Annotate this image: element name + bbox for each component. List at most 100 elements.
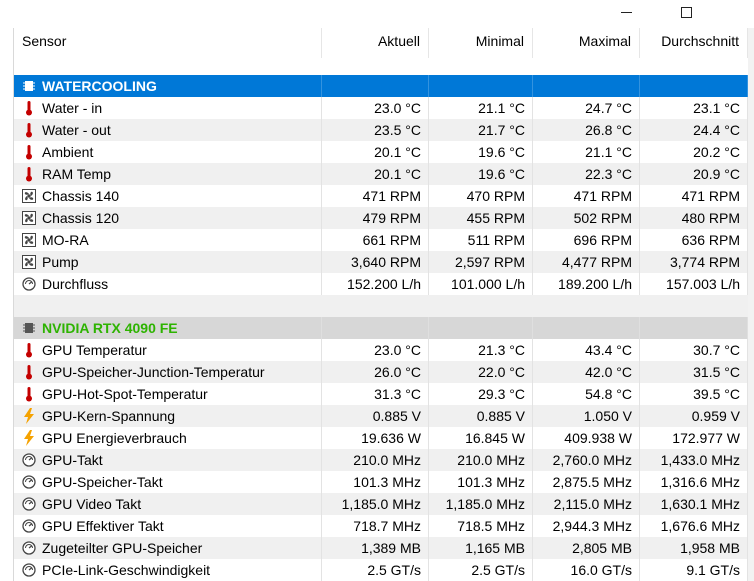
table-row[interactable]: RAM Temp 20.1 °C 19.6 °C 22.3 °C 20.9 °C [14, 163, 754, 185]
table-row[interactable]: Water - in 23.0 °C 21.1 °C 24.7 °C 23.1 °C [14, 97, 754, 119]
minimum-value: 21.1 °C [429, 97, 533, 119]
chip-icon [22, 320, 36, 336]
minimum-value: 470 RPM [429, 185, 533, 207]
vertical-scrollbar[interactable] [748, 28, 754, 581]
minimum-value: 511 RPM [429, 229, 533, 251]
table-row[interactable]: Durchfluss 152.200 L/h 101.000 L/h 189.200 … [14, 273, 754, 295]
maximum-value: 2,115.0 MHz [533, 493, 640, 515]
table-row[interactable]: GPU-Speicher-Junction-Temperatur 26.0 °C 2… [14, 361, 754, 383]
minimum-value: 455 RPM [429, 207, 533, 229]
table-header: Sensor Aktuell Minimal Maximal Durchschn… [14, 28, 754, 58]
fan-icon [22, 188, 36, 204]
sensor-name-cell: GPU-Hot-Spot-Temperatur [14, 383, 322, 405]
sensor-name-cell: GPU Energieverbrauch [14, 427, 322, 449]
minimum-value: 29.3 °C [429, 383, 533, 405]
average-value: 23.1 °C [640, 97, 748, 119]
current-value: 1,185.0 MHz [322, 493, 429, 515]
maximize-button[interactable] [666, 0, 706, 24]
group-fill-cell [429, 75, 533, 97]
table-row[interactable]: GPU-Hot-Spot-Temperatur 31.3 °C 29.3 °C 54.… [14, 383, 754, 405]
average-value: 3,774 RPM [640, 251, 748, 273]
average-value: 157.003 L/h [640, 273, 748, 295]
column-header-current[interactable]: Aktuell [322, 28, 429, 58]
minimum-value: 19.6 °C [429, 141, 533, 163]
minimize-button[interactable] [606, 0, 646, 24]
sensor-name: Water - in [42, 100, 103, 116]
thermometer-icon [22, 166, 36, 182]
current-value: 101.3 MHz [322, 471, 429, 493]
table-row[interactable]: Chassis 140 471 RPM 470 RPM 471 RPM 471 RPM [14, 185, 754, 207]
average-value: 20.2 °C [640, 141, 748, 163]
group-fill-cell [322, 317, 429, 339]
current-value: 661 RPM [322, 229, 429, 251]
average-value: 172.977 W [640, 427, 748, 449]
gauge-icon [22, 562, 36, 578]
table-row[interactable]: GPU Effektiver Takt 718.7 MHz 718.5 MHz 2,9… [14, 515, 754, 537]
table-row[interactable]: Ambient 20.1 °C 19.6 °C 21.1 °C 20.2 °C [14, 141, 754, 163]
table-row[interactable]: Pump 3,640 RPM 2,597 RPM 4,477 RPM 3,774 RPM [14, 251, 754, 273]
average-value: 1,958 MB [640, 537, 748, 559]
maximum-value: 16.0 GT/s [533, 559, 640, 581]
sensor-name: Durchfluss [42, 276, 109, 292]
current-value: 718.7 MHz [322, 515, 429, 537]
average-value: 39.5 °C [640, 383, 748, 405]
table-row[interactable]: MO-RA 661 RPM 511 RPM 696 RPM 636 RPM [14, 229, 754, 251]
table-row[interactable]: GPU-Speicher-Takt 101.3 MHz 101.3 MHz 2,875… [14, 471, 754, 493]
table-row[interactable]: PCIe-Link-Geschwindigkeit 2.5 GT/s 2.5 GT/… [14, 559, 754, 581]
maximum-value: 696 RPM [533, 229, 640, 251]
table-row[interactable]: GPU Energieverbrauch 19.636 W 16.845 W 409.… [14, 427, 754, 449]
average-value: 1,316.6 MHz [640, 471, 748, 493]
fan-icon [22, 232, 36, 248]
column-header-minimum[interactable]: Minimal [429, 28, 533, 58]
average-value: 30.7 °C [640, 339, 748, 361]
thermometer-icon [22, 100, 36, 116]
average-value: 1,433.0 MHz [640, 449, 748, 471]
sensor-name-cell: GPU Video Takt [14, 493, 322, 515]
maximum-value: 42.0 °C [533, 361, 640, 383]
gauge-icon [22, 474, 36, 490]
sensor-name: RAM Temp [42, 166, 111, 182]
sensor-name-cell: GPU-Speicher-Takt [14, 471, 322, 493]
group-fill-cell [429, 317, 533, 339]
maximum-value: 24.7 °C [533, 97, 640, 119]
table-row[interactable]: GPU-Kern-Spannung 0.885 V 0.885 V 1.050 V 0.… [14, 405, 754, 427]
average-value: 636 RPM [640, 229, 748, 251]
table-row[interactable]: Water - out 23.5 °C 21.7 °C 26.8 °C 24.4 °C [14, 119, 754, 141]
current-value: 152.200 L/h [322, 273, 429, 295]
column-header-sensor[interactable]: Sensor [14, 28, 322, 58]
maximum-value: 22.3 °C [533, 163, 640, 185]
sensor-name: Water - out [42, 122, 111, 138]
average-value: 471 RPM [640, 185, 748, 207]
sensor-name: GPU Effektiver Takt [42, 518, 164, 534]
maximum-value: 189.200 L/h [533, 273, 640, 295]
table-row[interactable]: GPU Video Takt 1,185.0 MHz 1,185.0 MHz 2,11… [14, 493, 754, 515]
table-row[interactable]: Chassis 120 479 RPM 455 RPM 502 RPM 480 RPM [14, 207, 754, 229]
table-row[interactable]: GPU Temperatur 23.0 °C 21.3 °C 43.4 °C 30.7 … [14, 339, 754, 361]
current-value: 26.0 °C [322, 361, 429, 383]
maximum-value: 54.8 °C [533, 383, 640, 405]
fan-icon [22, 254, 36, 270]
sensor-name-cell: Water - out [14, 119, 322, 141]
column-header-maximum[interactable]: Maximal [533, 28, 640, 58]
sensor-name: Pump [42, 254, 79, 270]
sensor-name-cell: Chassis 140 [14, 185, 322, 207]
average-value: 0.959 V [640, 405, 748, 427]
group-title: NVIDIA RTX 4090 FE [42, 320, 178, 336]
column-header-average[interactable]: Durchschnitt [640, 28, 748, 58]
maximum-value: 2,875.5 MHz [533, 471, 640, 493]
fan-icon [22, 210, 36, 226]
sensor-name: GPU-Speicher-Junction-Temperatur [42, 364, 265, 380]
table-row[interactable]: Zugeteilter GPU-Speicher 1,389 MB 1,165 MB… [14, 537, 754, 559]
maximum-value: 1.050 V [533, 405, 640, 427]
group-header-watercooling[interactable]: WATERCOOLING [14, 75, 754, 97]
average-value: 24.4 °C [640, 119, 748, 141]
maximum-value: 2,805 MB [533, 537, 640, 559]
current-value: 31.3 °C [322, 383, 429, 405]
average-value: 9.1 GT/s [640, 559, 748, 581]
average-value: 1,676.6 MHz [640, 515, 748, 537]
sensor-name: GPU-Speicher-Takt [42, 474, 163, 490]
table-row[interactable]: GPU-Takt 210.0 MHz 210.0 MHz 2,760.0 MHz 1,4… [14, 449, 754, 471]
sensor-name-cell: Zugeteilter GPU-Speicher [14, 537, 322, 559]
group-header-gpu[interactable]: NVIDIA RTX 4090 FE [14, 317, 754, 339]
maximum-value: 43.4 °C [533, 339, 640, 361]
